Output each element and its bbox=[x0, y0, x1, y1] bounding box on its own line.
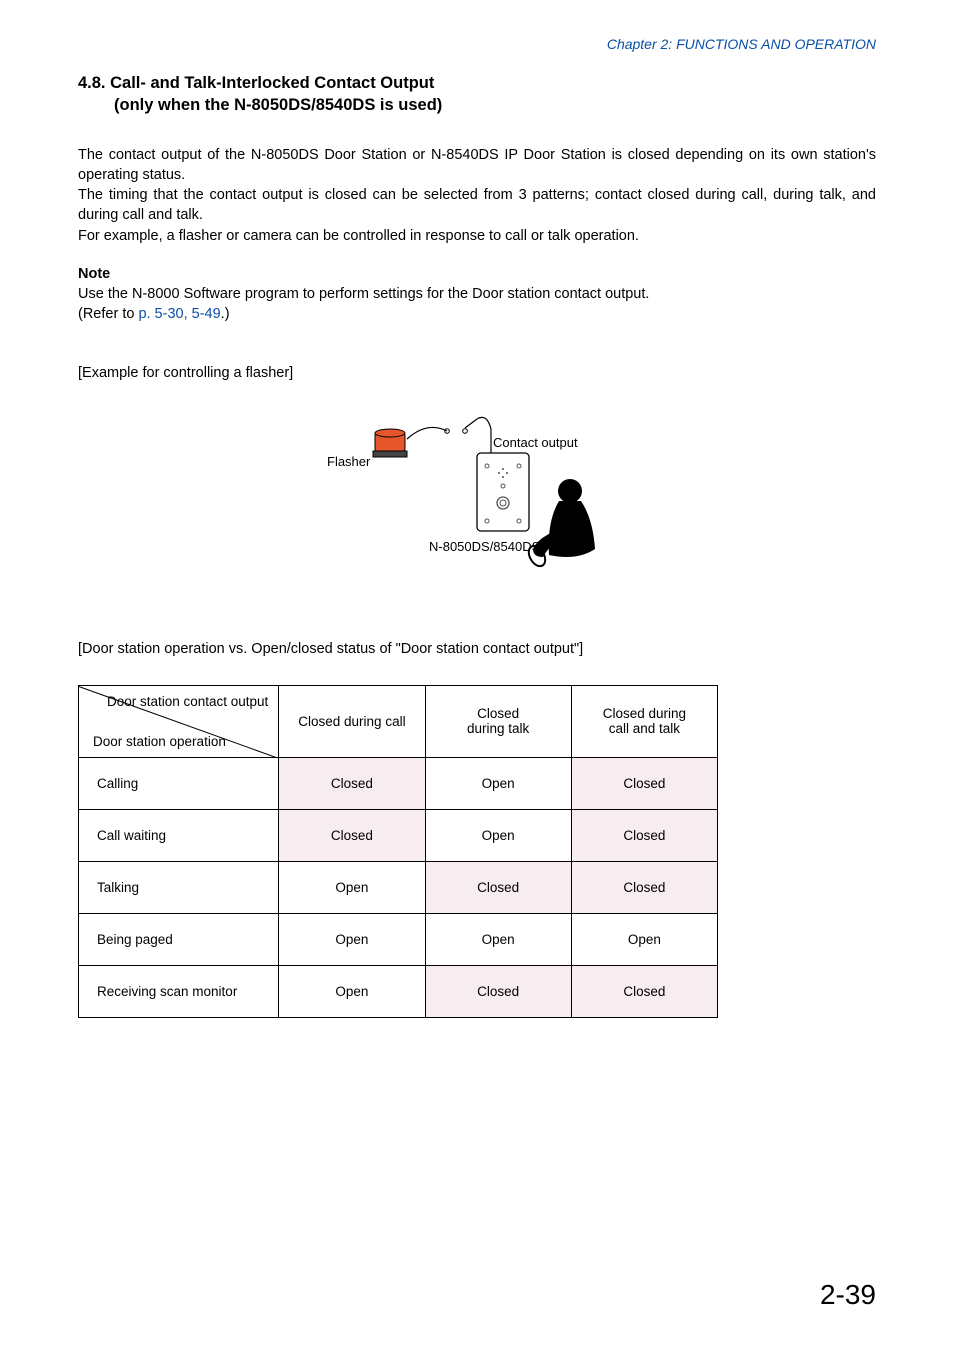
status-cell: Open bbox=[425, 913, 571, 965]
note-line-2: (Refer to p. 5-30, 5-49.) bbox=[78, 304, 876, 324]
diagram-svg bbox=[327, 411, 627, 591]
contact-output-label: Contact output bbox=[493, 435, 578, 450]
section-title-line2: (only when the N-8050DS/8540DS is used) bbox=[78, 94, 442, 116]
table-row: Receiving scan monitorOpenClosedClosed bbox=[79, 965, 718, 1017]
row-label: Talking bbox=[79, 861, 279, 913]
page-reference-link[interactable]: p. 5-30, 5-49 bbox=[138, 306, 220, 322]
note-label: Note bbox=[78, 266, 876, 282]
status-cell: Closed bbox=[571, 757, 717, 809]
diagram: Flasher Contact output N-8050DS/8540DS bbox=[78, 411, 876, 591]
paragraph-2: The timing that the contact output is cl… bbox=[78, 185, 876, 226]
row-label: Calling bbox=[79, 757, 279, 809]
flasher-label: Flasher bbox=[327, 454, 370, 469]
table-caption: [Door station operation vs. Open/closed … bbox=[78, 641, 876, 657]
diagonal-header: Door station contact output Door station… bbox=[79, 685, 279, 757]
table-header-row: Door station contact output Door station… bbox=[79, 685, 718, 757]
paragraph-1: The contact output of the N-8050DS Door … bbox=[78, 145, 876, 186]
status-cell: Closed bbox=[571, 861, 717, 913]
col-header: Closedduring talk bbox=[425, 685, 571, 757]
note-prefix: (Refer to bbox=[78, 306, 138, 322]
table-row: Being pagedOpenOpenOpen bbox=[79, 913, 718, 965]
diag-header-bottom: Door station operation bbox=[93, 734, 226, 749]
section-title: 4.8. Call- and Talk-Interlocked Contact … bbox=[78, 72, 876, 117]
example-label: [Example for controlling a flasher] bbox=[78, 365, 876, 381]
status-cell: Open bbox=[279, 861, 425, 913]
status-cell: Closed bbox=[425, 861, 571, 913]
status-cell: Closed bbox=[425, 965, 571, 1017]
chapter-header: Chapter 2: FUNCTIONS AND OPERATION bbox=[78, 36, 876, 52]
status-cell: Closed bbox=[279, 809, 425, 861]
section-title-line1: Call- and Talk-Interlocked Contact Outpu… bbox=[110, 74, 434, 92]
col-header: Closed during call bbox=[279, 685, 425, 757]
status-cell: Closed bbox=[571, 809, 717, 861]
status-cell: Open bbox=[571, 913, 717, 965]
section-number: 4.8. bbox=[78, 74, 106, 92]
paragraph-3: For example, a flasher or camera can be … bbox=[78, 226, 876, 246]
diag-header-top: Door station contact output bbox=[107, 694, 268, 709]
status-cell: Open bbox=[425, 757, 571, 809]
status-cell: Open bbox=[279, 965, 425, 1017]
status-cell: Closed bbox=[279, 757, 425, 809]
status-cell: Open bbox=[279, 913, 425, 965]
status-cell: Closed bbox=[571, 965, 717, 1017]
row-label: Being paged bbox=[79, 913, 279, 965]
col-header: Closed duringcall and talk bbox=[571, 685, 717, 757]
row-label: Call waiting bbox=[79, 809, 279, 861]
page-number: 2-39 bbox=[820, 1279, 876, 1311]
note-line-1: Use the N-8000 Software program to perfo… bbox=[78, 284, 876, 304]
note-suffix: .) bbox=[221, 306, 230, 322]
device-label: N-8050DS/8540DS bbox=[429, 539, 540, 554]
table-row: TalkingOpenClosedClosed bbox=[79, 861, 718, 913]
table-row: CallingClosedOpenClosed bbox=[79, 757, 718, 809]
table-row: Call waitingClosedOpenClosed bbox=[79, 809, 718, 861]
status-table: Door station contact output Door station… bbox=[78, 685, 718, 1018]
row-label: Receiving scan monitor bbox=[79, 965, 279, 1017]
status-cell: Open bbox=[425, 809, 571, 861]
